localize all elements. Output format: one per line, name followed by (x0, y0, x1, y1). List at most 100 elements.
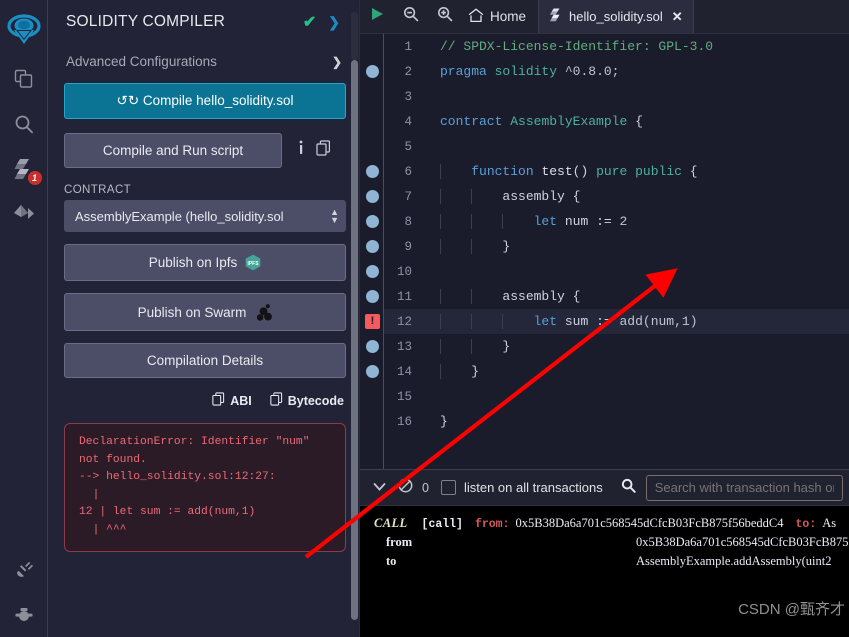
terminal-log[interactable]: CALL [call] from: 0x5B38Da6a701c568545dC… (360, 506, 849, 637)
breakpoint-dot[interactable] (366, 165, 379, 178)
breakpoint-dot[interactable] (366, 340, 379, 353)
breakpoint-dot[interactable] (366, 240, 379, 253)
code-line[interactable]: 12 let sum := add(num,1) (384, 309, 849, 334)
search-icon (14, 114, 34, 134)
sidebar-item-search[interactable] (2, 101, 46, 146)
bytecode-label: Bytecode (287, 393, 344, 408)
code-line-text: } (426, 364, 479, 379)
ipfs-icon: IPFS (245, 254, 261, 271)
contract-select[interactable]: AssemblyExample (hello_solidity.sol ▲ ▼ (64, 200, 346, 232)
line-number: 16 (396, 414, 412, 429)
indent-guide (471, 339, 473, 354)
log-key-from: from (386, 535, 413, 549)
call-badge: CALL (374, 516, 408, 530)
indent-guide (440, 314, 441, 329)
close-icon[interactable]: ✕ (672, 9, 683, 25)
terminal-panel: 0 listen on all transactions CALL [call] (360, 469, 849, 637)
copy-bytecode-button[interactable]: Bytecode (270, 392, 344, 409)
editor-code-area[interactable]: 1 // SPDX-License-Identifier: GPL-3.0 2 pra… (384, 34, 849, 469)
play-icon (370, 7, 384, 26)
breakpoint-dot[interactable] (366, 215, 379, 228)
compilation-details-button[interactable]: Compilation Details (64, 343, 346, 378)
line-number: 8 (404, 214, 412, 229)
gear-icon (14, 607, 34, 621)
sidebar-item-plugin-manager[interactable] (2, 547, 46, 592)
error-marker-icon[interactable]: ! (365, 314, 380, 329)
code-line-text: function test() pure public { (426, 164, 698, 179)
from-key: from: (474, 518, 510, 531)
log-key-to: to (386, 554, 397, 568)
copy-abi-button[interactable]: ABI (212, 392, 252, 409)
code-line[interactable]: 2 pragma solidity ^0.8.0; (384, 59, 849, 84)
copy-icon[interactable] (316, 140, 331, 161)
line-number: 6 (404, 164, 412, 179)
zoom-out-button[interactable] (394, 0, 428, 33)
breakpoint-dot[interactable] (366, 265, 379, 278)
code-line[interactable]: 3 (384, 84, 849, 109)
terminal-search-icon-button[interactable] (621, 478, 636, 498)
breakpoint-dot[interactable] (366, 190, 379, 203)
terminal-log-header[interactable]: CALL [call] from: 0x5B38Da6a701c568545dC… (360, 506, 849, 531)
terminal-log-row: to AssemblyExample.addAssembly(uint2 (360, 550, 849, 569)
copy-icon (270, 392, 283, 409)
code-line[interactable]: 6 function test() pure public { (384, 159, 849, 184)
code-line[interactable]: 14 } (384, 359, 849, 384)
code-line[interactable]: 9 } (384, 234, 849, 259)
breakpoint-dot[interactable] (366, 65, 379, 78)
zoom-in-button[interactable] (428, 0, 462, 33)
panel-expand-chevron-icon[interactable]: ❯ (328, 14, 340, 31)
chevron-down-icon (373, 479, 386, 497)
sidebar-scrollbar-thumb[interactable] (351, 60, 358, 620)
code-line[interactable]: 1 // SPDX-License-Identifier: GPL-3.0 (384, 34, 849, 59)
tab-hello-solidity[interactable]: hello_solidity.sol ✕ (538, 0, 694, 33)
run-script-play-button[interactable] (360, 0, 394, 33)
remix-logo[interactable] (2, 8, 46, 52)
from-address: 0x5B38Da6a701c568545dCfcB03FcB875f56bedd… (515, 516, 784, 530)
sidebar-item-solidity-compiler[interactable]: 1 (2, 146, 46, 191)
line-number: 13 (396, 339, 412, 354)
advanced-configurations-toggle[interactable]: Advanced Configurations ❯ (64, 44, 346, 79)
code-editor[interactable]: ! 1 // SPDX-License-Identifier: GPL-3.0 2 p… (360, 34, 849, 469)
terminal-clear-button[interactable] (392, 478, 418, 498)
terminal-collapse-button[interactable] (366, 479, 392, 497)
code-line[interactable]: 4 contract AssemblyExample { (384, 109, 849, 134)
deploy-run-icon (13, 204, 35, 224)
line-number: 4 (404, 114, 412, 129)
code-line[interactable]: 13 } (384, 334, 849, 359)
breakpoint-dot[interactable] (366, 365, 379, 378)
compile-and-run-script-button[interactable]: Compile and Run script (64, 133, 282, 168)
code-line[interactable]: 5 (384, 134, 849, 159)
compilation-error-box[interactable]: DeclarationError: Identifier "num" not f… (64, 423, 346, 552)
sidebar-item-deploy-run[interactable] (2, 191, 46, 236)
sidebar-item-settings[interactable] (2, 592, 46, 637)
contract-section-label: CONTRACT (64, 184, 132, 196)
code-line[interactable]: 7 assembly { (384, 184, 849, 209)
code-line[interactable]: 11 assembly { (384, 284, 849, 309)
code-line[interactable]: 10 (384, 259, 849, 284)
watermark: CSDN @甄齐才 (738, 601, 845, 618)
publish-on-ipfs-button[interactable]: Publish on Ipfs IPFS (64, 244, 346, 281)
sidebar-item-file-explorer[interactable] (2, 56, 46, 101)
indent-guide (440, 189, 441, 204)
code-line[interactable]: 15 (384, 384, 849, 409)
code-line[interactable]: 8 let num := 2 (384, 209, 849, 234)
code-line[interactable]: 16} (384, 409, 849, 434)
terminal-pending-count: 0 (422, 480, 429, 495)
to-address: As (822, 516, 837, 530)
terminal-search-input[interactable] (645, 474, 843, 501)
select-stepper-icon: ▲ ▼ (330, 207, 339, 225)
solidity-file-icon (550, 8, 562, 25)
breakpoint-dot[interactable] (366, 290, 379, 303)
listen-all-transactions-checkbox[interactable] (440, 480, 456, 495)
terminal-toolbar: 0 listen on all transactions (360, 470, 849, 506)
editor-tabbar: Home hello_solidity.sol ✕ (360, 0, 849, 34)
tab-home[interactable]: Home (462, 0, 538, 33)
publish-swarm-label: Publish on Swarm (137, 304, 247, 320)
compile-button[interactable]: ↺↻ Compile hello_solidity.sol (64, 83, 346, 119)
indent-guide (471, 214, 473, 229)
line-number: 5 (404, 139, 412, 154)
info-icon[interactable] (298, 140, 304, 161)
publish-on-swarm-button[interactable]: Publish on Swarm (64, 293, 346, 331)
refresh-icon: ↺↻ (116, 93, 140, 108)
editor-breakpoint-gutter[interactable]: ! (360, 34, 384, 469)
